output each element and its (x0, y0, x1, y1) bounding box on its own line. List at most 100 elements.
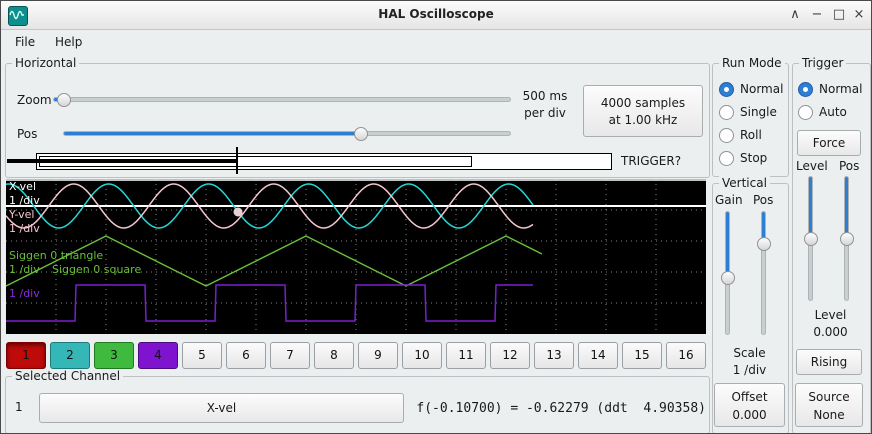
offset-value: 0.000 (715, 406, 784, 424)
radio-icon (798, 82, 813, 97)
timebase-readout: 500 ms per div (513, 88, 577, 122)
trigger-pos-slider-label: Pos (839, 159, 859, 173)
trigger-pos-fill (845, 177, 848, 240)
channel-button-9[interactable]: 9 (358, 342, 398, 369)
trigger-edge-button[interactable]: Rising (796, 349, 862, 375)
function-readout: f(-0.10700) = -0.62279 (ddt 4.90358) (409, 401, 706, 416)
channel-button-5[interactable]: 5 (182, 342, 222, 369)
trigger-group-label: Trigger (799, 56, 846, 70)
zoom-slider-handle[interactable] (57, 93, 71, 107)
titlebar: HAL Oscilloscope ∧ − □ × (1, 1, 871, 30)
force-button[interactable]: Force (797, 130, 861, 156)
scope-channel-label: Siggen 0 square (52, 263, 141, 276)
scope-channel-label: 1 /div (9, 287, 40, 300)
trigger-question-label: TRIGGER? (621, 154, 681, 168)
vpos-slider[interactable] (757, 211, 771, 335)
hal-oscilloscope-window: HAL Oscilloscope ∧ − □ × File Help Horiz… (0, 0, 872, 434)
channel-name-button[interactable]: X-vel (39, 393, 404, 423)
trigger-level-slider[interactable] (804, 176, 818, 301)
channel-button-15[interactable]: 15 (622, 342, 662, 369)
channel-button-14[interactable]: 14 (578, 342, 618, 369)
channel-button-8[interactable]: 8 (314, 342, 354, 369)
trigger-level-slider-label: Level (796, 159, 828, 173)
channel-button-6[interactable]: 6 (226, 342, 266, 369)
hpos-slider[interactable] (63, 127, 511, 141)
trigger-point-marker[interactable] (234, 208, 243, 217)
scope-display: X-vel1 /divY-vel1 /divSiggen 0 triangle1… (6, 179, 706, 334)
selected-channel-number: 1 (15, 400, 23, 414)
timebase-value: 500 ms (513, 88, 577, 105)
shade-window-button[interactable]: ∧ (785, 1, 805, 29)
channel-button-7[interactable]: 7 (270, 342, 310, 369)
zoom-slider-track[interactable] (53, 97, 511, 102)
channel-button-2[interactable]: 2 (50, 342, 90, 369)
offset-caption: Offset (715, 388, 784, 406)
timebase-unit: per div (513, 105, 577, 122)
gain-slider[interactable] (721, 211, 735, 335)
samples-rate: at 1.00 kHz (584, 112, 702, 129)
zoom-slider[interactable] (53, 93, 511, 107)
trigger-level-handle[interactable] (804, 232, 818, 246)
trigger-normal-radio[interactable]: Normal (798, 81, 864, 99)
menubar: File Help (1, 30, 871, 55)
radio-icon (719, 82, 734, 97)
channel-button-3[interactable]: 3 (94, 342, 134, 369)
trigger-pos-handle[interactable] (840, 232, 854, 246)
scope-channel-label: Siggen 0 triangle (9, 249, 103, 262)
trigger-level-readout: Level 0.000 (792, 307, 869, 341)
channel-button-16[interactable]: 16 (666, 342, 706, 369)
run-mode-normal-radio[interactable]: Normal (719, 81, 785, 99)
maximize-window-button[interactable]: □ (829, 1, 849, 29)
trigger-level-caption: Level (792, 307, 869, 324)
scope-channel-label: X-vel (9, 180, 36, 193)
scale-caption: Scale (712, 345, 787, 362)
selected-channel-group-label: Selected Channel (12, 369, 123, 383)
radio-icon (798, 105, 813, 120)
scope-trace-siggen-square (6, 285, 533, 321)
channel-button-1[interactable]: 1 (6, 342, 46, 369)
timeline-trigger-marker[interactable] (236, 147, 238, 174)
samples-button[interactable]: 4000 samples at 1.00 kHz (583, 85, 703, 137)
gain-slider-fill (726, 212, 729, 279)
channel-button-11[interactable]: 11 (446, 342, 486, 369)
offset-button[interactable]: Offset 0.000 (714, 383, 785, 427)
run-mode-roll-radio[interactable]: Roll (719, 127, 785, 145)
samples-count: 4000 samples (584, 95, 702, 112)
horizontal-group-label: Horizontal (12, 56, 79, 70)
close-window-button[interactable]: × (849, 1, 869, 29)
scale-value: 1 /div (712, 362, 787, 379)
trigger-level-value: 0.000 (792, 324, 869, 341)
radio-icon (719, 151, 734, 166)
hpos-slider-fill (64, 132, 362, 135)
channel-button-13[interactable]: 13 (534, 342, 574, 369)
trigger-pos-slider[interactable] (840, 176, 854, 301)
channel-button-4[interactable]: 4 (138, 342, 178, 369)
window-title: HAL Oscilloscope (1, 7, 871, 21)
vertical-group-label: Vertical (719, 176, 770, 190)
scope-channel-label: 1 /div (9, 263, 40, 276)
gain-slider-handle[interactable] (721, 271, 735, 285)
menu-file[interactable]: File (5, 30, 45, 55)
timeline-data-extent (7, 159, 237, 163)
radio-icon (719, 128, 734, 143)
trigger-source-caption: Source (796, 388, 862, 406)
minimize-window-button[interactable]: − (807, 1, 827, 29)
trigger-source-value: None (796, 406, 862, 424)
radio-icon (719, 105, 734, 120)
run-mode-stop-radio[interactable]: Stop (719, 150, 785, 168)
trigger-source-button[interactable]: Source None (795, 383, 863, 427)
hpos-label: Pos (17, 127, 37, 141)
run-mode-single-radio[interactable]: Single (719, 104, 785, 122)
zoom-label: Zoom (17, 93, 52, 107)
vpos-slider-handle[interactable] (757, 237, 771, 251)
vpos-slider-label: Pos (753, 193, 773, 207)
gain-slider-label: Gain (715, 193, 743, 207)
channel-button-12[interactable]: 12 (490, 342, 530, 369)
run-mode-group-label: Run Mode (719, 56, 785, 70)
channel-button-10[interactable]: 10 (402, 342, 442, 369)
trigger-auto-radio[interactable]: Auto (798, 104, 864, 122)
menu-help[interactable]: Help (45, 30, 92, 55)
scope-channel-label: 1 /div (9, 194, 40, 207)
hpos-slider-handle[interactable] (354, 127, 368, 141)
scope-channel-label: 1 /div (9, 222, 40, 235)
